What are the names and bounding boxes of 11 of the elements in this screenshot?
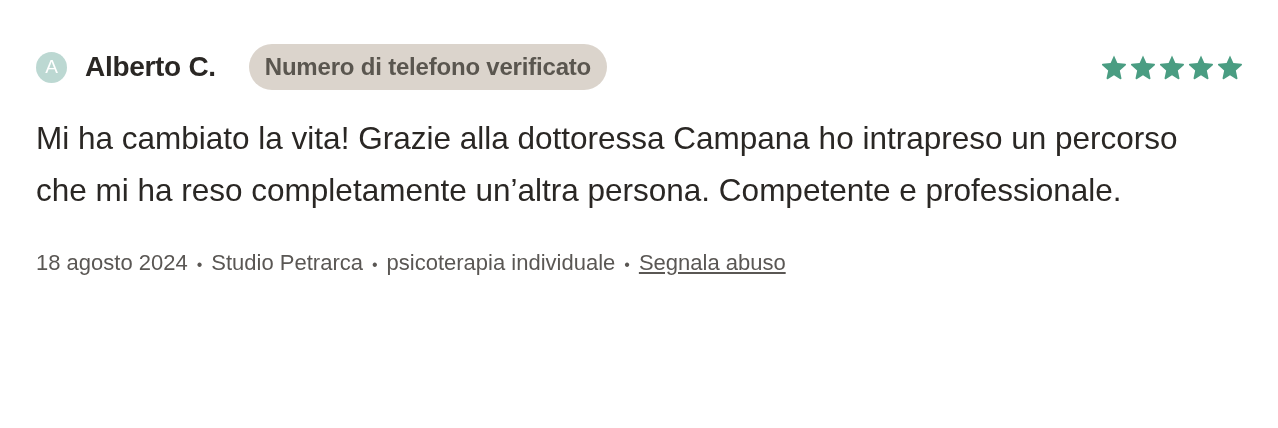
verified-badge: Numero di telefono verificato — [248, 44, 608, 90]
avatar: A — [36, 51, 67, 83]
separator-dot: • — [196, 256, 203, 274]
report-link[interactable]: Segnala abuso — [638, 250, 786, 276]
separator-dot: • — [371, 256, 378, 274]
meta-text: 18 agosto 2024 — [36, 250, 188, 276]
author-name: Alberto C. — [85, 51, 216, 83]
meta-text: Studio Petrarca — [211, 250, 363, 276]
meta-text: psicoterapia individuale — [386, 250, 616, 276]
review-text: Mi ha cambiato la vita! Grazie alla dottoressa Campana ho intrapreso un percorso che mi ha reso completamente un’altra persona. Competente e professionale. — [36, 119, 1179, 210]
separator-dot: • — [624, 256, 630, 274]
